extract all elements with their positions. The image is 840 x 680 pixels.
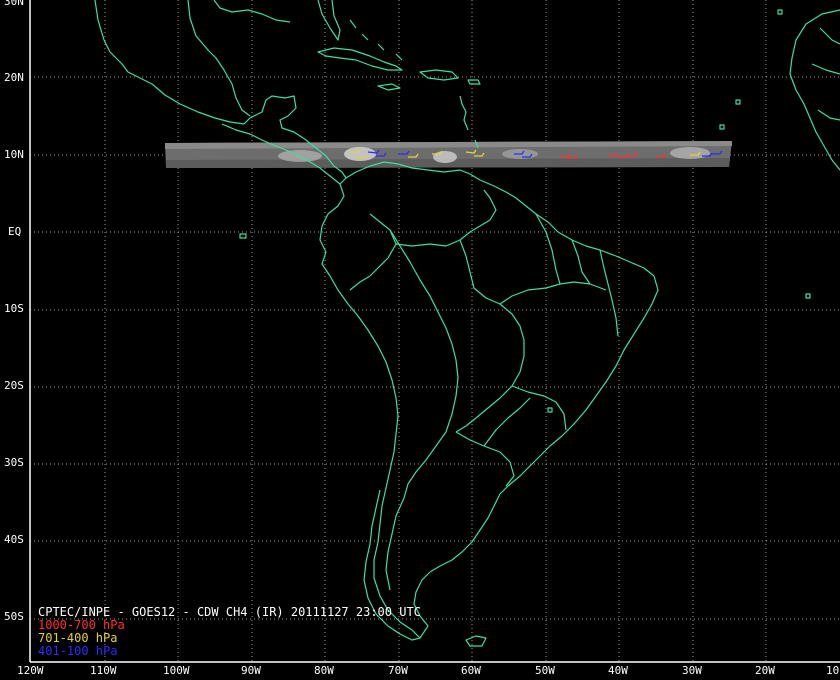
lon-label: 20W — [755, 664, 775, 677]
lat-label: 40S — [4, 533, 24, 546]
lon-label: 80W — [314, 664, 334, 677]
legend-entry-high: 401-100 hPa — [38, 644, 118, 658]
lon-label: 100W — [163, 664, 190, 677]
lon-label: 110W — [90, 664, 117, 677]
lat-label: 10S — [4, 302, 24, 315]
lat-label: EQ — [8, 225, 22, 238]
lon-label: 50W — [535, 664, 555, 677]
lat-label: 20N — [4, 71, 24, 84]
lon-label: 10 — [826, 664, 840, 677]
lat-label: 10N — [4, 148, 24, 161]
lon-label: 90W — [241, 664, 261, 677]
map-canvas — [0, 0, 840, 680]
lon-label: 40W — [608, 664, 628, 677]
lon-label: 70W — [388, 664, 408, 677]
lat-label: 30N — [4, 0, 24, 8]
satellite-swath — [165, 141, 732, 168]
lon-label: 120W — [17, 664, 44, 677]
lon-label: 60W — [461, 664, 481, 677]
lat-label: 30S — [4, 456, 24, 469]
lat-label: 50S — [4, 610, 24, 623]
lat-label: 20S — [4, 379, 24, 392]
lon-label: 30W — [682, 664, 702, 677]
